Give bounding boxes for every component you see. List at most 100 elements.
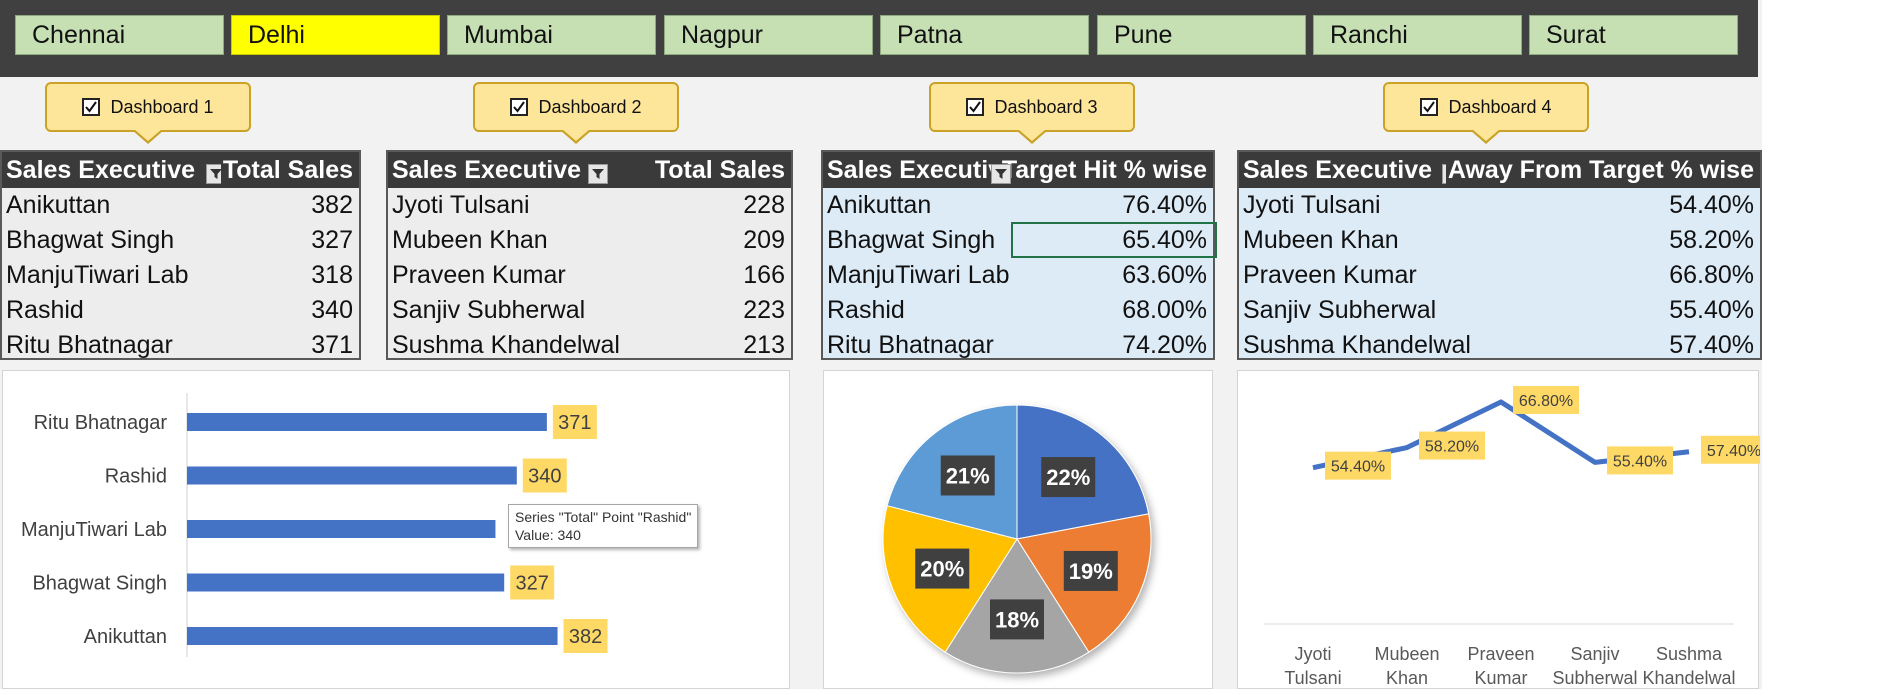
active-cell-selection[interactable]: [1011, 222, 1217, 258]
dashboard-4-callout[interactable]: Dashboard 4: [1383, 82, 1589, 144]
tooltip-series: Series "Total" Point "Rashid": [515, 509, 692, 525]
column-header-target-hit: Target Hit % wise: [999, 152, 1207, 188]
table-row[interactable]: Jyoti Tulsani 54.40%: [1239, 188, 1760, 223]
table-row[interactable]: Ritu Bhatnagar 74.20%: [823, 328, 1213, 363]
dashboard-1-callout[interactable]: Dashboard 1: [45, 82, 251, 144]
table-row[interactable]: Sanjiv Subherwal 55.40%: [1239, 293, 1760, 328]
line-chart[interactable]: 54.40% Jyoti Tulsani 58.20% Mubeen Khan 66.80%…: [1238, 371, 1767, 690]
table-row[interactable]: Praveen Kumar 66.80%: [1239, 258, 1760, 293]
pivot-table-1: Sales Executive Total Sales Anikuttan 382…: [0, 150, 361, 360]
bar-mark[interactable]: [187, 466, 517, 485]
bar-category-label: Ritu Bhatnagar: [34, 412, 168, 434]
sheet-blank-area: [1762, 0, 1892, 689]
tooltip-value: Value: 340: [515, 527, 581, 543]
city-pune[interactable]: Pune: [1097, 15, 1306, 55]
column-header-sales-executive: Sales Executive: [1243, 156, 1433, 184]
line-category-label: Sushma: [1656, 644, 1723, 664]
pivot-table-2: Sales Executive Total Sales Jyoti Tulsan…: [386, 150, 793, 360]
city-mumbai[interactable]: Mumbai: [447, 15, 656, 55]
checkbox-icon[interactable]: [510, 98, 529, 116]
pie-data-label: 19%: [1069, 559, 1113, 584]
table-row[interactable]: Sushma Khandelwal 57.40%: [1239, 328, 1760, 363]
line-data-label: 58.20%: [1425, 439, 1479, 456]
line-category-label: Khandelwal: [1642, 668, 1735, 688]
line-data-label: 57.40%: [1707, 443, 1760, 460]
bar-mark[interactable]: [187, 573, 505, 592]
line-data-label: 55.40%: [1613, 453, 1667, 470]
column-header-sales-executive: Sales Executive: [827, 156, 1017, 184]
dashboard-3-label: Dashboard 3: [994, 96, 1098, 117]
table-row[interactable]: ManjuTiwari Lab 318: [2, 258, 359, 293]
table-row[interactable]: Bhagwat Singh 327: [2, 223, 359, 258]
bar-data-label: 371: [558, 412, 591, 434]
table-row[interactable]: Mubeen Khan 58.20%: [1239, 223, 1760, 258]
table-row[interactable]: Praveen Kumar 166: [388, 258, 791, 293]
column-header-total-sales: Total Sales: [652, 152, 785, 188]
dashboard-3-callout[interactable]: Dashboard 3: [929, 82, 1135, 144]
bar-category-label: ManjuTiwari Lab: [21, 519, 167, 541]
table-row[interactable]: Anikuttan 76.40%: [823, 188, 1213, 223]
line-category-label: Subherwal: [1552, 668, 1637, 688]
checkbox-icon[interactable]: [1420, 98, 1439, 116]
pie-data-label: 21%: [946, 463, 990, 488]
filter-dropdown-icon[interactable]: [588, 164, 608, 184]
bar-mark[interactable]: [187, 520, 496, 538]
bar-category-label: Anikuttan: [84, 626, 167, 648]
line-data-label: 54.40%: [1331, 459, 1385, 476]
dashboard-1-label: Dashboard 1: [110, 96, 214, 117]
pie-chart[interactable]: 22% 19% 18% 20% 21%: [824, 371, 1214, 690]
dashboard-2-callout[interactable]: Dashboard 2: [473, 82, 679, 144]
filter-dropdown-icon[interactable]: [991, 164, 1011, 184]
city-ranchi[interactable]: Ranchi: [1313, 15, 1522, 55]
city-slicer: Chennai Delhi Mumbai Nagpur Patna Pune R…: [0, 0, 1758, 77]
table-row[interactable]: Anikuttan 382: [2, 188, 359, 223]
line-category-label: Khan: [1386, 668, 1428, 688]
line-category-label: Sanjiv: [1570, 644, 1619, 664]
pivot-table-3: Sales Executive Target Hit % wise Anikut…: [821, 150, 1217, 363]
line-category-label: Mubeen: [1374, 644, 1439, 664]
table-row[interactable]: Rashid 68.00%: [823, 293, 1213, 328]
table-row[interactable]: Jyoti Tulsani 228: [388, 188, 791, 223]
pie-data-label: 20%: [920, 557, 964, 582]
city-surat[interactable]: Surat: [1529, 15, 1738, 55]
bar-category-label: Rashid: [105, 466, 167, 488]
column-header-sales-executive: Sales Executive: [6, 156, 196, 184]
pie-data-label: 18%: [995, 607, 1039, 632]
table-row[interactable]: Sushma Khandelwal 213: [388, 328, 791, 363]
table-row[interactable]: Mubeen Khan 209: [388, 223, 791, 258]
pivot-header: Sales Executive Total Sales: [2, 152, 359, 188]
column-header-total-sales: Total Sales: [220, 152, 353, 188]
bar-category-label: Bhagwat Singh: [32, 573, 167, 595]
line-category-label: Kumar: [1474, 668, 1527, 688]
table-row[interactable]: Ritu Bhatnagar 371: [2, 328, 359, 363]
city-patna[interactable]: Patna: [880, 15, 1089, 55]
checkbox-icon[interactable]: [966, 98, 985, 116]
line-category-label: Praveen: [1467, 644, 1534, 664]
pivot-header: Sales Executive Target Hit % wise: [823, 152, 1213, 188]
chart-tooltip: Series "Total" Point "Rashid" Value: 340: [508, 504, 699, 548]
column-header-sales-executive: Sales Executive: [392, 156, 582, 184]
dashboard-4-label: Dashboard 4: [1448, 96, 1552, 117]
checkbox-icon[interactable]: [82, 98, 101, 116]
city-delhi[interactable]: Delhi: [231, 15, 440, 55]
bar-mark[interactable]: [187, 413, 547, 431]
line-data-label: 66.80%: [1519, 393, 1573, 410]
city-chennai[interactable]: Chennai: [15, 15, 224, 55]
bar-data-label: 340: [528, 466, 561, 488]
column-header-away-from-target: Away From Target % wise: [1445, 152, 1754, 188]
line-category-label: Tulsani: [1284, 668, 1341, 688]
bar-mark[interactable]: [187, 627, 558, 645]
pivot-table-4: Sales Executive Away From Target % wise …: [1237, 150, 1762, 360]
pie-data-label: 22%: [1046, 465, 1090, 490]
line-category-label: Jyoti: [1294, 644, 1331, 664]
table-row[interactable]: Sanjiv Subherwal 223: [388, 293, 791, 328]
table-row[interactable]: Rashid 340: [2, 293, 359, 328]
line-chart-panel[interactable]: 54.40% Jyoti Tulsani 58.20% Mubeen Khan 66.80%…: [1237, 370, 1767, 690]
city-nagpur[interactable]: Nagpur: [664, 15, 873, 55]
pivot-header: Sales Executive Total Sales: [388, 152, 791, 188]
pie-chart-panel[interactable]: 22% 19% 18% 20% 21%: [823, 370, 1213, 689]
bar-data-label: 382: [569, 626, 602, 648]
bar-chart-panel[interactable]: Ritu Bhatnagar 371 Rashid 340 ManjuTiwari La…: [2, 370, 790, 689]
table-row[interactable]: ManjuTiwari Lab 63.60%: [823, 258, 1213, 293]
pivot-header: Sales Executive Away From Target % wise: [1239, 152, 1760, 188]
